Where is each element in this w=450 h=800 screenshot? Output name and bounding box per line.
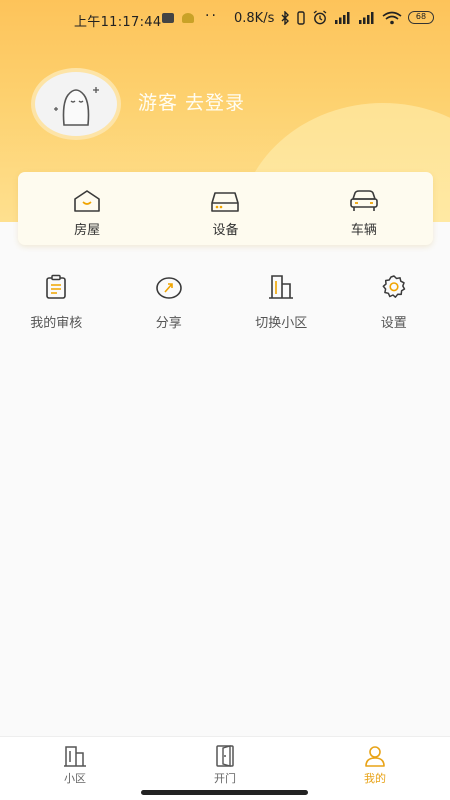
alarm-icon bbox=[313, 10, 327, 25]
menu-item-label: 设置 bbox=[380, 316, 407, 331]
login-link[interactable]: 游客 去登录 bbox=[138, 88, 245, 115]
tab-label: 我的 bbox=[364, 772, 386, 785]
battery-indicator: 68 bbox=[408, 11, 434, 24]
menu-item-settings[interactable]: 设置 bbox=[338, 274, 450, 331]
card-item-label: 车辆 bbox=[350, 223, 377, 238]
status-dots: ·· bbox=[205, 8, 218, 24]
house-icon bbox=[74, 190, 100, 212]
menu-item-label: 我的审核 bbox=[30, 316, 83, 331]
person-icon bbox=[365, 746, 385, 767]
signal-icon-2 bbox=[359, 12, 374, 24]
status-time: 上午11:17:44 bbox=[74, 15, 162, 30]
clipboard-icon bbox=[46, 274, 67, 299]
app-notification-icon bbox=[182, 13, 194, 23]
net-speed: 0.8K/s bbox=[234, 11, 275, 26]
menu-item-my-review[interactable]: 我的审核 bbox=[0, 274, 113, 331]
door-icon bbox=[216, 745, 234, 767]
signal-icon-1 bbox=[335, 12, 350, 24]
building-icon bbox=[64, 746, 86, 767]
tab-community[interactable]: 小区 bbox=[0, 737, 150, 800]
card-item-house[interactable]: 房屋 bbox=[18, 172, 156, 245]
tab-label: 小区 bbox=[64, 772, 86, 785]
avatar[interactable] bbox=[31, 68, 121, 140]
menu-item-share[interactable]: 分享 bbox=[113, 274, 226, 331]
device-icon bbox=[211, 192, 240, 212]
notification-icon bbox=[162, 13, 174, 23]
share-icon bbox=[155, 277, 182, 299]
menu-item-switch-community[interactable]: 切换小区 bbox=[225, 274, 338, 331]
card-item-label: 房屋 bbox=[74, 223, 101, 238]
card-item-device[interactable]: 设备 bbox=[156, 172, 294, 245]
asset-card: 房屋 设备 车辆 bbox=[18, 172, 433, 245]
home-indicator[interactable] bbox=[141, 790, 308, 795]
tab-mine[interactable]: 我的 bbox=[300, 737, 450, 800]
avatar-placeholder-icon bbox=[54, 87, 99, 126]
status-bar: 上午11:17:44 ·· 0.8K/s 68 bbox=[0, 0, 450, 40]
menu-item-label: 分享 bbox=[155, 316, 182, 331]
wifi-icon bbox=[382, 11, 402, 24]
card-item-car[interactable]: 车辆 bbox=[295, 172, 433, 245]
building-icon bbox=[269, 275, 294, 299]
vibrate-icon bbox=[297, 10, 305, 25]
function-menu: 我的审核 分享 切换小区 设置 bbox=[0, 274, 450, 331]
card-item-label: 设备 bbox=[212, 223, 239, 238]
bluetooth-icon bbox=[281, 10, 289, 25]
menu-item-label: 切换小区 bbox=[255, 316, 308, 331]
car-icon bbox=[350, 190, 378, 211]
gear-icon bbox=[382, 275, 405, 298]
tab-label: 开门 bbox=[214, 772, 236, 785]
